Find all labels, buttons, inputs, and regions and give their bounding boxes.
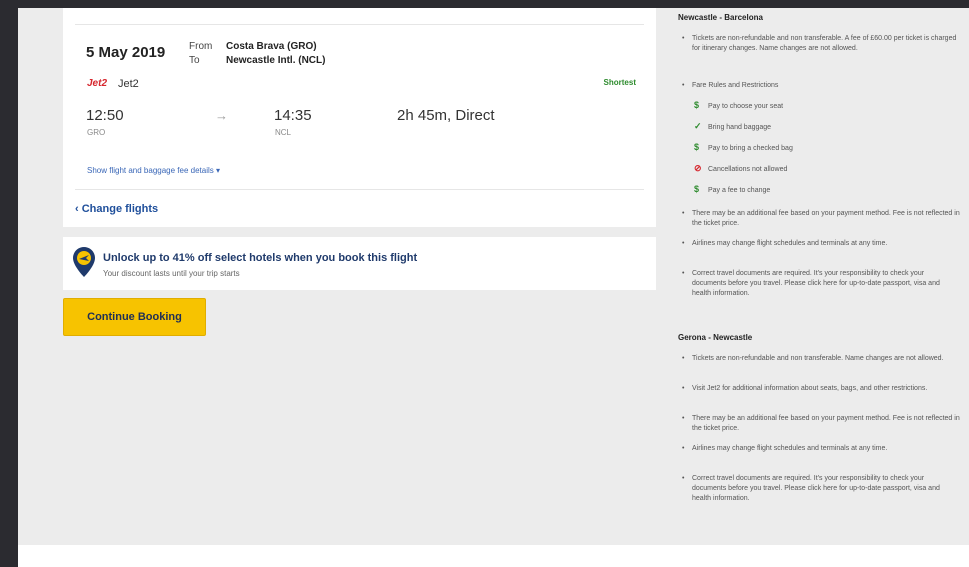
- flight-duration: 2h 45m, Direct: [397, 107, 495, 124]
- section-title: Gerona - Newcastle: [678, 333, 753, 342]
- rule-bullet: Airlines may change flight schedules and…: [682, 444, 960, 454]
- rule-item: $ Pay to bring a checked bag: [694, 142, 793, 152]
- banner-subtitle: Your discount lasts until your trip star…: [103, 269, 240, 278]
- rule-item: ⊘ Cancellations not allowed: [694, 163, 788, 173]
- arrival-code: NCL: [275, 128, 292, 137]
- shortest-badge: Shortest: [603, 78, 636, 87]
- arrow-right-icon: →: [215, 108, 228, 123]
- from-label: From: [189, 41, 213, 52]
- dollar-icon: $: [694, 184, 700, 194]
- rule-bullet: There may be an additional fee based on …: [682, 414, 960, 434]
- check-icon: ✓: [694, 121, 702, 131]
- rule-bullet: Tickets are non-refundable and non trans…: [682, 34, 960, 54]
- left-bar: [0, 0, 18, 567]
- top-bar: [0, 0, 969, 8]
- destination-airport: Newcastle Intl. (NCL): [226, 55, 326, 66]
- airline-logo: Jet2: [87, 78, 108, 89]
- rule-bullet: Visit Jet2 for additional information ab…: [682, 384, 960, 394]
- rule-item: $ Pay a fee to change: [694, 184, 771, 194]
- dollar-icon: $: [694, 100, 700, 110]
- origin-airport: Costa Brava (GRO): [226, 41, 317, 52]
- rule-bullet: Correct travel documents are required. I…: [682, 269, 960, 299]
- rule-bullet: Fare Rules and Restrictions: [682, 81, 960, 91]
- continue-booking-button[interactable]: Continue Booking: [63, 298, 206, 336]
- flight-details-link[interactable]: Show flight and baggage fee details ▾: [87, 166, 220, 175]
- banner-title: Unlock up to 41% off select hotels when …: [103, 252, 418, 264]
- page-footer: [18, 545, 969, 567]
- rule-bullet: Tickets are non-refundable and non trans…: [682, 354, 960, 364]
- dollar-icon: $: [694, 142, 700, 152]
- location-pin-icon: [73, 247, 95, 277]
- section-title: Newcastle - Barcelona: [678, 13, 763, 22]
- booking-page: 5 May 2019 From To Costa Brava (GRO) New…: [18, 8, 969, 567]
- hotel-offer-banner: Unlock up to 41% off select hotels when …: [63, 237, 656, 290]
- fare-rules-panel: Newcastle - Barcelona Tickets are non-re…: [678, 8, 969, 545]
- flight-card: 5 May 2019 From To Costa Brava (GRO) New…: [63, 8, 656, 227]
- departure-time: 12:50: [86, 107, 124, 124]
- to-label: To: [189, 55, 200, 66]
- divider: [75, 189, 644, 190]
- rule-item: ✓ Bring hand baggage: [694, 121, 772, 131]
- departure-code: GRO: [87, 128, 106, 137]
- rule-item: $ Pay to choose your seat: [694, 100, 784, 110]
- arrival-time: 14:35: [274, 107, 312, 124]
- prohibited-icon: ⊘: [694, 163, 702, 173]
- airline-name: Jet2: [118, 78, 139, 90]
- flight-date: 5 May 2019: [86, 44, 166, 61]
- rule-bullet: Airlines may change flight schedules and…: [682, 239, 960, 249]
- rule-bullet: Correct travel documents are required. I…: [682, 474, 960, 504]
- change-flights-link[interactable]: ‹ Change flights: [75, 203, 158, 215]
- divider: [75, 24, 644, 25]
- rule-bullet: There may be an additional fee based on …: [682, 209, 960, 229]
